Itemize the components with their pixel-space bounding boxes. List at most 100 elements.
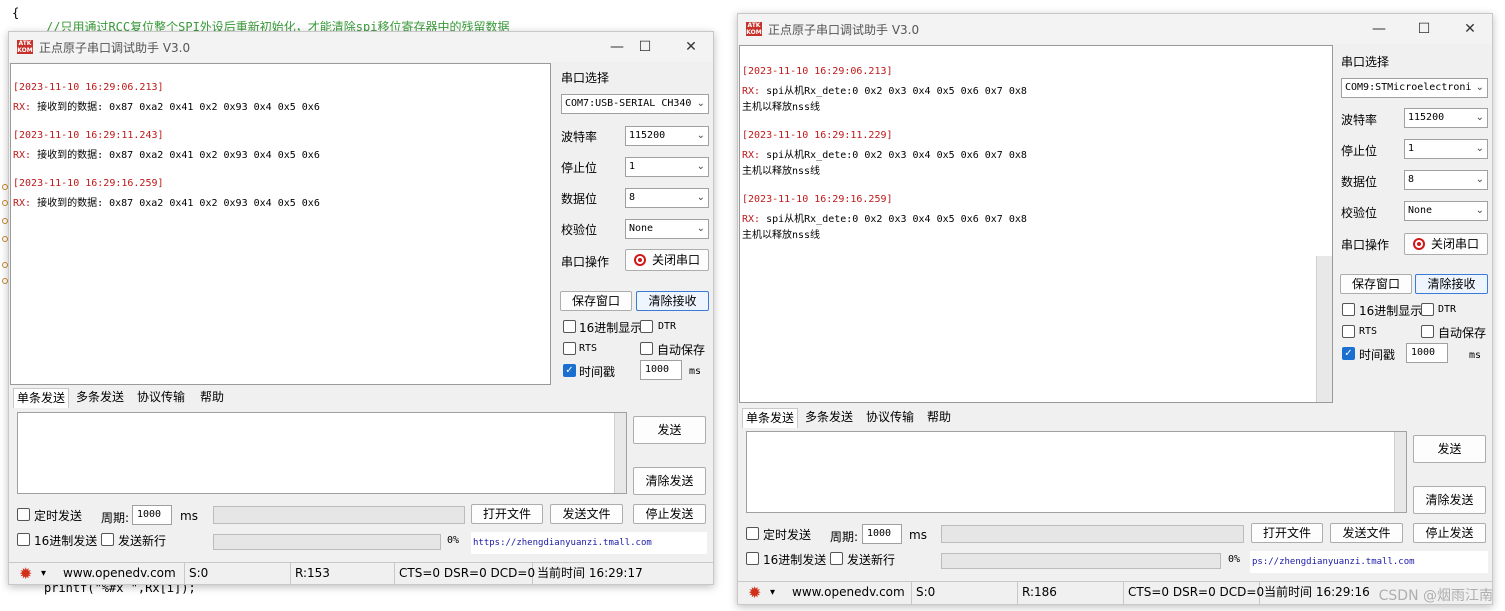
dtr-checkbox[interactable]	[1421, 303, 1434, 316]
chevron-down-icon: ⌄	[1475, 205, 1484, 216]
hex-send-label: 16进制发送	[34, 534, 98, 548]
send-field	[941, 525, 1244, 543]
receive-area[interactable]: [2023-11-10 16:29:06.213] RX: spi从机Rx_de…	[739, 45, 1333, 403]
send-tabs: 单条发送 多条发送 协议传输 帮助	[742, 408, 982, 428]
maximize-button[interactable]: ☐	[1410, 18, 1438, 40]
port-select[interactable]: COM7:USB-SERIAL CH340 ⌄	[561, 94, 709, 114]
stop-send-button[interactable]: 停止发送	[633, 504, 706, 524]
stop-send-button[interactable]: 停止发送	[1413, 523, 1486, 543]
timestamp-interval-input[interactable]: 1000	[640, 360, 682, 380]
send-tabs: 单条发送 多条发送 协议传输 帮助	[13, 388, 253, 408]
tmall-link[interactable]: https://zhengdianyuanzi.tmall.com	[471, 532, 707, 554]
tab-protocol[interactable]: 协议传输	[134, 388, 188, 408]
open-file-button[interactable]: 打开文件	[471, 504, 543, 524]
data-bits-select[interactable]: 8 ⌄	[625, 188, 709, 208]
tab-help[interactable]: 帮助	[197, 388, 227, 408]
send-file-button[interactable]: 发送文件	[550, 504, 623, 524]
tmall-link[interactable]: ps://zhengdianyuanzi.tmall.com	[1250, 551, 1488, 573]
gear-icon[interactable]: ✹	[19, 564, 32, 584]
hex-display-checkbox[interactable]	[563, 320, 576, 333]
rts-label: RTS	[1359, 326, 1378, 337]
period-input[interactable]: 1000	[132, 505, 172, 525]
recv-extra: 主机以释放nss线	[742, 230, 821, 241]
dtr-checkbox[interactable]	[640, 320, 653, 333]
rx-tag: RX:	[742, 150, 761, 161]
rts-checkbox[interactable]	[1342, 325, 1355, 338]
timestamp-checkbox[interactable]: ✓	[1342, 347, 1355, 360]
timed-send-checkbox[interactable]	[746, 527, 759, 540]
timestamp-interval-input[interactable]: 1000	[1406, 343, 1448, 363]
minimize-button[interactable]: —	[603, 36, 631, 58]
minimize-button[interactable]: —	[1365, 18, 1393, 40]
code-line-brace: {	[12, 6, 20, 20]
timestamp-checkbox[interactable]: ✓	[563, 364, 576, 377]
chevron-down-icon[interactable]: ▾	[41, 563, 46, 584]
gear-icon[interactable]: ✹	[748, 583, 761, 603]
timestamp-unit: ms	[689, 366, 702, 377]
tab-single-send[interactable]: 单条发送	[742, 408, 799, 428]
send-scrollbar[interactable]	[1394, 432, 1406, 512]
progress-percent: 0%	[1228, 554, 1241, 565]
recv-text: 接收到的数据: 0x87 0xa2 0x41 0x2 0x93 0x4 0x5 …	[31, 102, 320, 113]
rx-tag: RX:	[742, 214, 761, 225]
clear-receive-button[interactable]: 清除接收	[636, 291, 709, 311]
status-bar: ✹ ▾ www.openedv.com S:0 R:153 CTS=0 DSR=…	[9, 562, 713, 584]
clear-receive-button[interactable]: 清除接收	[1415, 274, 1488, 294]
receive-area[interactable]: [2023-11-10 16:29:06.213] RX: 接收到的数据: 0x…	[10, 63, 551, 385]
auto-save-checkbox[interactable]	[1421, 325, 1434, 338]
clear-send-button[interactable]: 清除发送	[1413, 486, 1486, 514]
hex-send-checkbox[interactable]	[17, 533, 30, 546]
timed-send-checkbox[interactable]	[17, 508, 30, 521]
send-input[interactable]	[17, 412, 627, 494]
baud-select[interactable]: 115200 ⌄	[1404, 108, 1488, 128]
send-input[interactable]	[746, 431, 1407, 513]
baud-value: 115200	[1408, 112, 1445, 123]
send-scrollbar[interactable]	[614, 413, 626, 493]
recv-line: RX: 接收到的数据: 0x87 0xa2 0x41 0x2 0x93 0x4 …	[13, 194, 320, 209]
close-window-button[interactable]: ✕	[1456, 18, 1484, 40]
recv-timestamp: [2023-11-10 16:29:06.213]	[742, 66, 893, 77]
close-port-button[interactable]: 关闭串口	[625, 249, 709, 271]
tab-multi-send[interactable]: 多条发送	[73, 388, 127, 408]
send-progress-bar	[941, 553, 1221, 569]
chevron-down-icon[interactable]: ▾	[770, 582, 775, 604]
close-port-button[interactable]: 关闭串口	[1404, 233, 1488, 255]
baud-label: 波特率	[561, 130, 598, 144]
close-window-button[interactable]: ✕	[677, 36, 705, 58]
hex-send-checkbox[interactable]	[746, 552, 759, 565]
hex-display-label: 16进制显示	[579, 321, 643, 335]
chevron-down-icon: ⌄	[1475, 174, 1484, 185]
port-select-value: COM7:USB-SERIAL CH340	[565, 98, 692, 109]
rts-label: RTS	[579, 343, 598, 354]
hex-display-checkbox[interactable]	[1342, 303, 1355, 316]
title-bar: ATK KOM 正点原子串口调试助手 V3.0 — ☐ ✕	[738, 14, 1492, 44]
open-file-button[interactable]: 打开文件	[1251, 523, 1323, 543]
stop-bits-select[interactable]: 1 ⌄	[1404, 139, 1488, 159]
tab-single-send[interactable]: 单条发送	[13, 388, 70, 408]
send-file-button[interactable]: 发送文件	[1330, 523, 1403, 543]
port-select[interactable]: COM9:STMicroelectroni ⌄	[1341, 78, 1488, 98]
period-input[interactable]: 1000	[862, 524, 902, 544]
parity-select[interactable]: None ⌄	[1404, 201, 1488, 221]
save-window-button[interactable]: 保存窗口	[1340, 274, 1412, 294]
send-newline-checkbox[interactable]	[101, 533, 114, 546]
parity-select[interactable]: None ⌄	[625, 219, 709, 239]
clear-send-button[interactable]: 清除发送	[633, 467, 706, 495]
tab-help[interactable]: 帮助	[924, 408, 954, 428]
status-received: R:186	[1018, 582, 1124, 604]
stop-bits-select[interactable]: 1 ⌄	[625, 157, 709, 177]
save-window-button[interactable]: 保存窗口	[560, 291, 632, 311]
rts-checkbox[interactable]	[563, 342, 576, 355]
receive-scrollbar[interactable]	[1316, 256, 1332, 402]
send-button[interactable]: 发送	[1413, 435, 1486, 463]
send-button[interactable]: 发送	[633, 416, 706, 444]
tab-protocol[interactable]: 协议传输	[863, 408, 917, 428]
baud-label: 波特率	[1341, 113, 1378, 127]
maximize-button[interactable]: ☐	[631, 36, 659, 58]
data-bits-select[interactable]: 8 ⌄	[1404, 170, 1488, 190]
tab-multi-send[interactable]: 多条发送	[802, 408, 856, 428]
send-newline-checkbox[interactable]	[830, 552, 843, 565]
baud-select[interactable]: 115200 ⌄	[625, 126, 709, 146]
auto-save-checkbox[interactable]	[640, 342, 653, 355]
recv-extra: 主机以释放nss线	[742, 102, 821, 113]
